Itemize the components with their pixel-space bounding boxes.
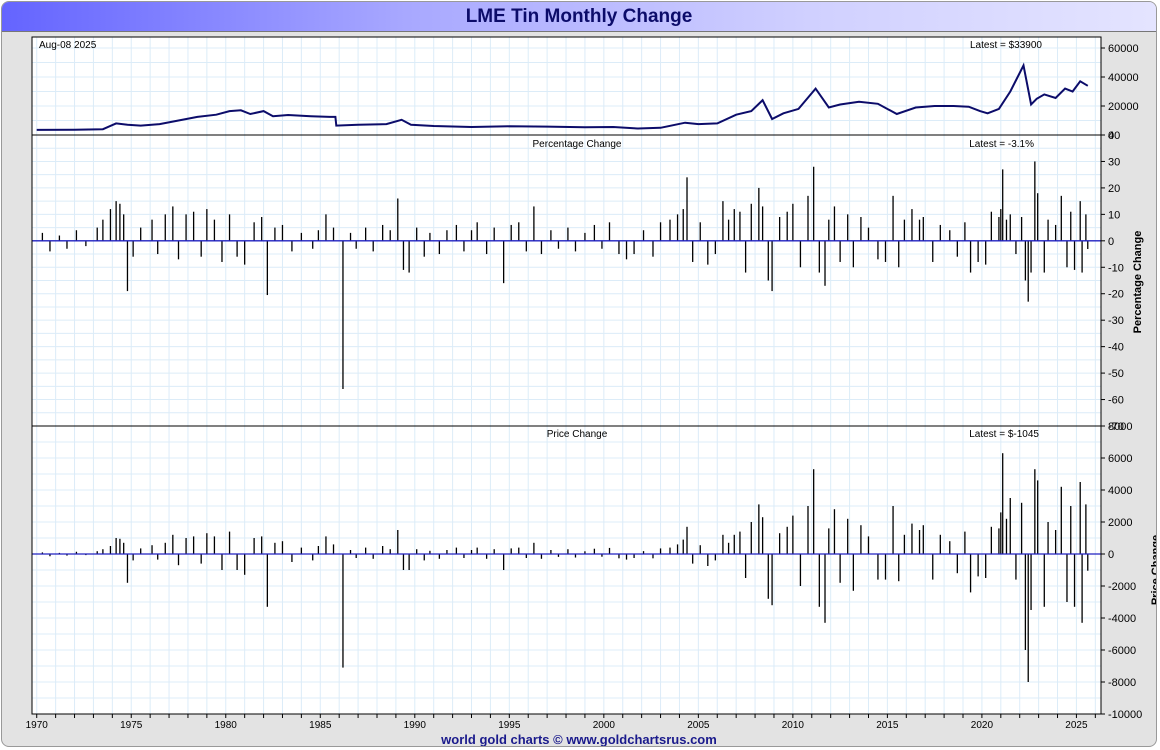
x-tick-label: 2010	[782, 720, 805, 731]
x-tick-label: 2015	[876, 720, 899, 731]
x-tick-label: 1980	[215, 720, 238, 731]
latest-price-change-label: Latest = $-1045	[969, 429, 1039, 440]
y-tick-label: 8000	[1108, 421, 1132, 433]
y-tick-label: 6000	[1108, 453, 1132, 465]
x-tick-label: 2020	[971, 720, 994, 731]
y-tick-label: 0	[1108, 236, 1114, 248]
latest-price-label: Latest = $33900	[970, 40, 1042, 51]
price-change-panel-title: Price Change	[547, 429, 608, 440]
y-tick-label: 40	[1108, 130, 1120, 142]
footer-credit: world gold charts © www.goldchartsrus.co…	[441, 732, 717, 747]
y-tick-label: -10	[1108, 262, 1124, 274]
x-tick-label: 2000	[593, 720, 616, 731]
x-tick-label: 1990	[404, 720, 427, 731]
x-tick-label: 2025	[1065, 720, 1088, 731]
y-tick-label: -30	[1108, 315, 1124, 327]
x-tick-label: 1975	[120, 720, 143, 731]
y-tick-label: -2000	[1108, 581, 1136, 593]
y-tick-label: -50	[1108, 368, 1124, 380]
date-label: Aug-08 2025	[39, 40, 97, 51]
y-tick-label: -6000	[1108, 645, 1136, 657]
y-tick-label: 20	[1108, 183, 1120, 195]
y-axis-title-price-change: Price Change	[1150, 535, 1157, 605]
y-tick-label: -8000	[1108, 677, 1136, 689]
y-tick-label: 60000	[1108, 43, 1139, 55]
x-tick-label: 1995	[498, 720, 521, 731]
y-tick-label: -4000	[1108, 613, 1136, 625]
y-tick-label: 40000	[1108, 72, 1139, 84]
y-tick-label: 2000	[1108, 517, 1132, 529]
percentage-panel-title: Percentage Change	[533, 139, 622, 150]
y-tick-label: -10000	[1108, 709, 1142, 721]
x-tick-label: 1985	[309, 720, 332, 731]
y-tick-label: 4000	[1108, 485, 1132, 497]
latest-percentage-label: Latest = -3.1%	[969, 139, 1034, 150]
y-tick-label: 20000	[1108, 101, 1139, 113]
y-axis-title-percentage: Percentage Change	[1132, 231, 1144, 334]
y-tick-label: -40	[1108, 342, 1124, 354]
y-tick-label: -60	[1108, 395, 1124, 407]
x-tick-label: 1970	[26, 720, 49, 731]
chart-frame: LME Tin Monthly Change 0 20000 40000 60000 4…	[1, 1, 1157, 747]
y-tick-label: 10	[1108, 209, 1120, 221]
y-tick-label: 30	[1108, 156, 1120, 168]
chart-canvas: 0200004000060000403020100-10-20-30-40-50…	[26, 36, 1157, 731]
y-tick-label: -20	[1108, 289, 1124, 301]
x-tick-label: 2005	[687, 720, 710, 731]
y-tick-label: 0	[1108, 549, 1114, 561]
